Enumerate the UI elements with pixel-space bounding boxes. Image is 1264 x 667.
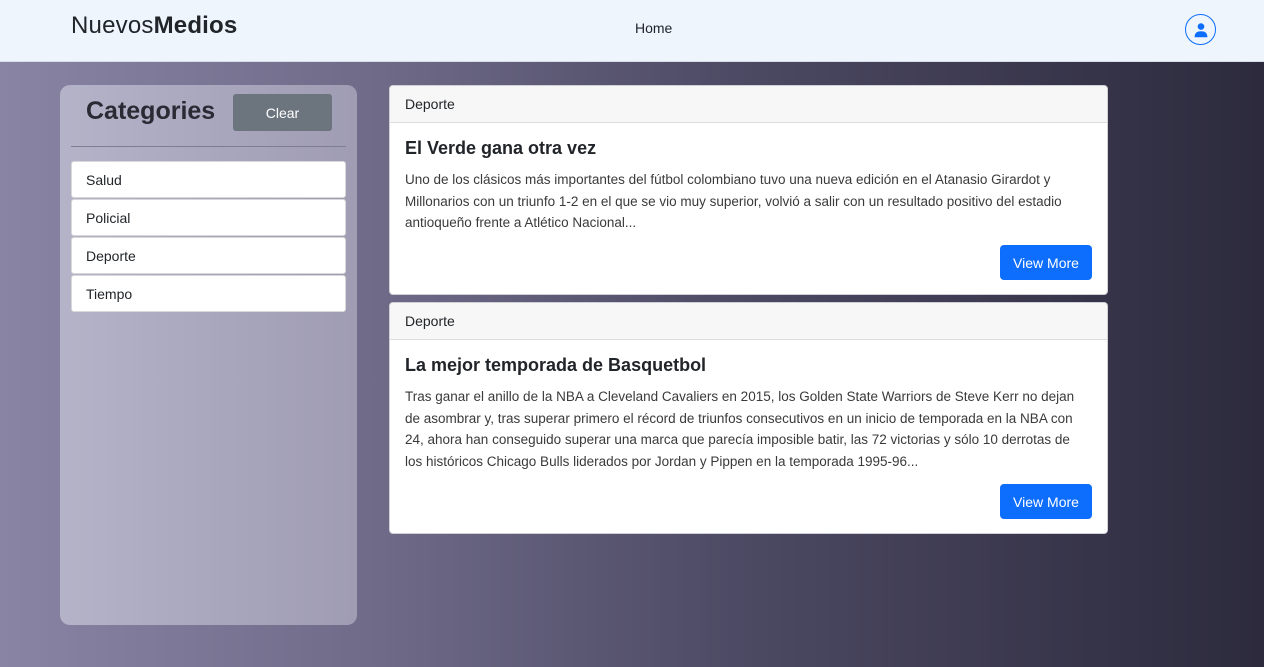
top-navbar: NuevosMedios Home	[0, 0, 1264, 62]
clear-button[interactable]: Clear	[233, 94, 332, 131]
brand-logo[interactable]: NuevosMedios	[71, 12, 237, 40]
article-card: Deporte La mejor temporada de Basquetbol…	[389, 302, 1108, 534]
article-category: Deporte	[390, 86, 1107, 123]
article-title: El Verde gana otra vez	[405, 138, 597, 158]
article-category: Deporte	[390, 303, 1107, 340]
user-circle-icon	[1194, 22, 1207, 37]
user-profile-button[interactable]	[1185, 14, 1216, 45]
article-summary: Tras ganar el anillo de la NBA a Clevela…	[405, 389, 1075, 469]
brand-part-2: Medios	[153, 12, 238, 39]
article-title: La mejor temporada de Basquetbol	[405, 355, 707, 375]
view-more-button[interactable]: View More	[1000, 484, 1092, 519]
article-summary: Uno de los clásicos más importantes del …	[405, 172, 1062, 231]
brand-part-1: Nuevos	[71, 12, 154, 39]
category-item-deporte[interactable]: Deporte	[71, 237, 346, 274]
category-list: Salud Policial Deporte Tiempo	[71, 161, 346, 313]
categories-sidebar: Categories Clear Salud Policial Deporte …	[60, 85, 357, 625]
article-card: Deporte El Verde gana otra vez Uno de lo…	[389, 85, 1108, 295]
sidebar-divider	[71, 146, 346, 147]
category-item-policial[interactable]: Policial	[71, 199, 346, 236]
category-item-tiempo[interactable]: Tiempo	[71, 275, 346, 312]
nav-home-link[interactable]: Home	[635, 20, 672, 36]
categories-title: Categories	[86, 97, 216, 125]
view-more-button[interactable]: View More	[1000, 245, 1092, 280]
category-item-salud[interactable]: Salud	[71, 161, 346, 198]
